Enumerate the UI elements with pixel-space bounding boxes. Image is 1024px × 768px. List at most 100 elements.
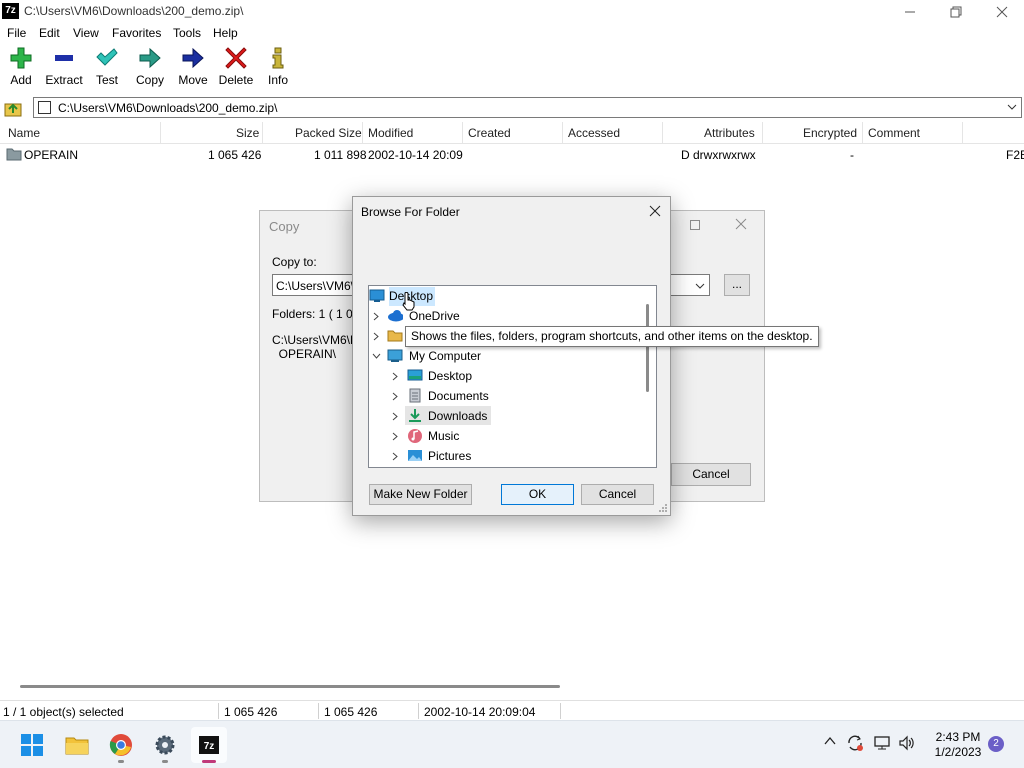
restore-button[interactable]	[932, 0, 978, 23]
browse-close-icon[interactable]	[649, 205, 661, 217]
copy-close-icon[interactable]	[735, 218, 747, 230]
copy-cancel-button[interactable]: Cancel	[671, 463, 751, 486]
resize-grip-icon[interactable]	[658, 503, 668, 513]
cancel-button[interactable]: Cancel	[581, 484, 654, 505]
info-button[interactable]: Info	[266, 46, 290, 92]
chevron-up-icon[interactable]	[824, 736, 836, 746]
minimize-icon	[905, 11, 915, 13]
column-attributes[interactable]: Attributes	[704, 126, 755, 140]
taskbar-chrome[interactable]	[103, 727, 139, 763]
browse-button[interactable]: ...	[724, 274, 750, 296]
column-packed-size[interactable]: Packed Size	[295, 126, 362, 140]
clock-time: 2:43 PM	[935, 730, 981, 744]
address-input[interactable]: C:\Users\VM6\Downloads\200_demo.zip\	[33, 97, 1022, 118]
info-icon	[272, 47, 284, 69]
toolbar: Add Extract Test Copy Move Delete Info	[0, 42, 1024, 94]
test-button[interactable]: Test	[94, 46, 120, 92]
delete-x-icon	[225, 47, 247, 69]
chevron-right-icon[interactable]	[373, 312, 379, 321]
copy-path-info: C:\Users\VM6\D OPERAIN\	[272, 333, 359, 361]
move-arrow-icon	[182, 47, 204, 69]
notification-badge[interactable]: 2	[988, 736, 1004, 752]
taskbar-settings[interactable]	[147, 727, 183, 763]
volume-icon[interactable]	[898, 735, 916, 751]
tree-item-desktop[interactable]: Desktop	[369, 366, 639, 386]
sync-icon[interactable]	[846, 734, 864, 752]
column-name[interactable]: Name	[8, 126, 40, 140]
tree-item-documents[interactable]: Documents	[369, 386, 639, 406]
tree-item-my-computer[interactable]: My Computer	[369, 346, 639, 366]
column-encrypted[interactable]: Encrypted	[803, 126, 857, 140]
extract-button[interactable]: Extract	[44, 46, 84, 92]
menu-file[interactable]: File	[7, 26, 26, 40]
chevron-right-icon[interactable]	[392, 392, 398, 401]
column-comment[interactable]: Comment	[868, 126, 920, 140]
chevron-right-icon[interactable]	[373, 332, 379, 341]
tree-item-music[interactable]: Music	[369, 426, 639, 446]
tree-item-downloads[interactable]: Downloads	[369, 406, 639, 426]
menu-favorites[interactable]: Favorites	[112, 26, 161, 40]
menu-tools[interactable]: Tools	[173, 26, 201, 40]
system-clock[interactable]: 2:43 PM 1/2/2023	[932, 730, 984, 760]
copy-dialog-title: Copy	[269, 219, 300, 234]
gear-icon	[155, 735, 175, 755]
copy-to-label: Copy to:	[272, 255, 317, 269]
tree-vertical-scrollbar[interactable]	[646, 304, 649, 392]
copy-button[interactable]: Copy	[134, 46, 166, 92]
archive-icon	[38, 101, 51, 114]
table-row[interactable]: OPERAIN 1 065 426 1 011 898 2002-10-14 2…	[0, 145, 1024, 164]
make-new-folder-button[interactable]: Make New Folder	[369, 484, 472, 505]
windows-logo-icon	[21, 734, 43, 756]
pictures-icon	[408, 450, 422, 461]
desktop-tooltip: Shows the files, folders, program shortc…	[405, 326, 819, 347]
start-button[interactable]	[14, 727, 50, 763]
menu-help[interactable]: Help	[213, 26, 238, 40]
desktop-icon	[407, 369, 423, 381]
status-packed: 1 065 426	[324, 705, 378, 719]
minimize-button[interactable]	[886, 0, 932, 23]
chevron-down-icon[interactable]	[372, 353, 381, 359]
tree-item-pictures[interactable]: Pictures	[369, 446, 639, 466]
delete-button[interactable]: Delete	[218, 46, 254, 92]
up-folder-icon[interactable]	[4, 99, 22, 117]
folder-tree[interactable]: Desktop OneDrive My Computer Desktop Doc…	[368, 285, 657, 468]
hand-cursor-icon	[402, 292, 415, 311]
close-button[interactable]	[978, 0, 1024, 23]
network-icon[interactable]	[873, 735, 891, 751]
svg-text:7z: 7z	[204, 741, 215, 752]
taskbar-file-explorer[interactable]	[59, 727, 95, 763]
chevron-right-icon[interactable]	[392, 412, 398, 421]
browse-for-folder-dialog: Browse For Folder Desktop OneDrive My Co…	[352, 196, 671, 516]
column-modified[interactable]: Modified	[368, 126, 413, 140]
plus-icon	[10, 47, 32, 69]
column-created[interactable]: Created	[468, 126, 511, 140]
copy-maximize-button[interactable]	[690, 220, 700, 230]
7zip-app-icon: 7z	[2, 3, 19, 19]
chevron-right-icon[interactable]	[392, 372, 398, 381]
horizontal-scrollbar[interactable]	[20, 685, 560, 688]
desktop-icon	[369, 289, 385, 302]
download-arrow-icon	[409, 409, 421, 422]
taskbar: 7z	[0, 720, 1024, 768]
folders-count: Folders: 1 ( 1 0	[272, 307, 353, 321]
chevron-down-icon[interactable]	[1007, 103, 1017, 111]
add-button[interactable]: Add	[6, 46, 36, 92]
column-accessed[interactable]: Accessed	[568, 126, 620, 140]
ok-button[interactable]: OK	[501, 484, 574, 505]
window-title: C:\Users\VM6\Downloads\200_demo.zip\	[24, 4, 244, 18]
taskbar-7zip[interactable]: 7z	[191, 727, 227, 763]
column-size[interactable]: Size	[236, 126, 259, 140]
move-button[interactable]: Move	[176, 46, 210, 92]
chevron-right-icon[interactable]	[392, 452, 398, 461]
minus-icon	[55, 55, 73, 61]
folder-icon	[6, 148, 22, 161]
copy-arrow-icon	[139, 47, 161, 69]
menu-edit[interactable]: Edit	[39, 26, 60, 40]
chevron-right-icon[interactable]	[392, 432, 398, 441]
chevron-down-icon[interactable]	[695, 282, 705, 290]
checkmark-icon	[96, 48, 118, 66]
status-modified: 2002-10-14 20:09:04	[424, 705, 536, 719]
music-icon	[408, 429, 422, 443]
menu-view[interactable]: View	[73, 26, 99, 40]
chrome-icon	[109, 734, 132, 756]
